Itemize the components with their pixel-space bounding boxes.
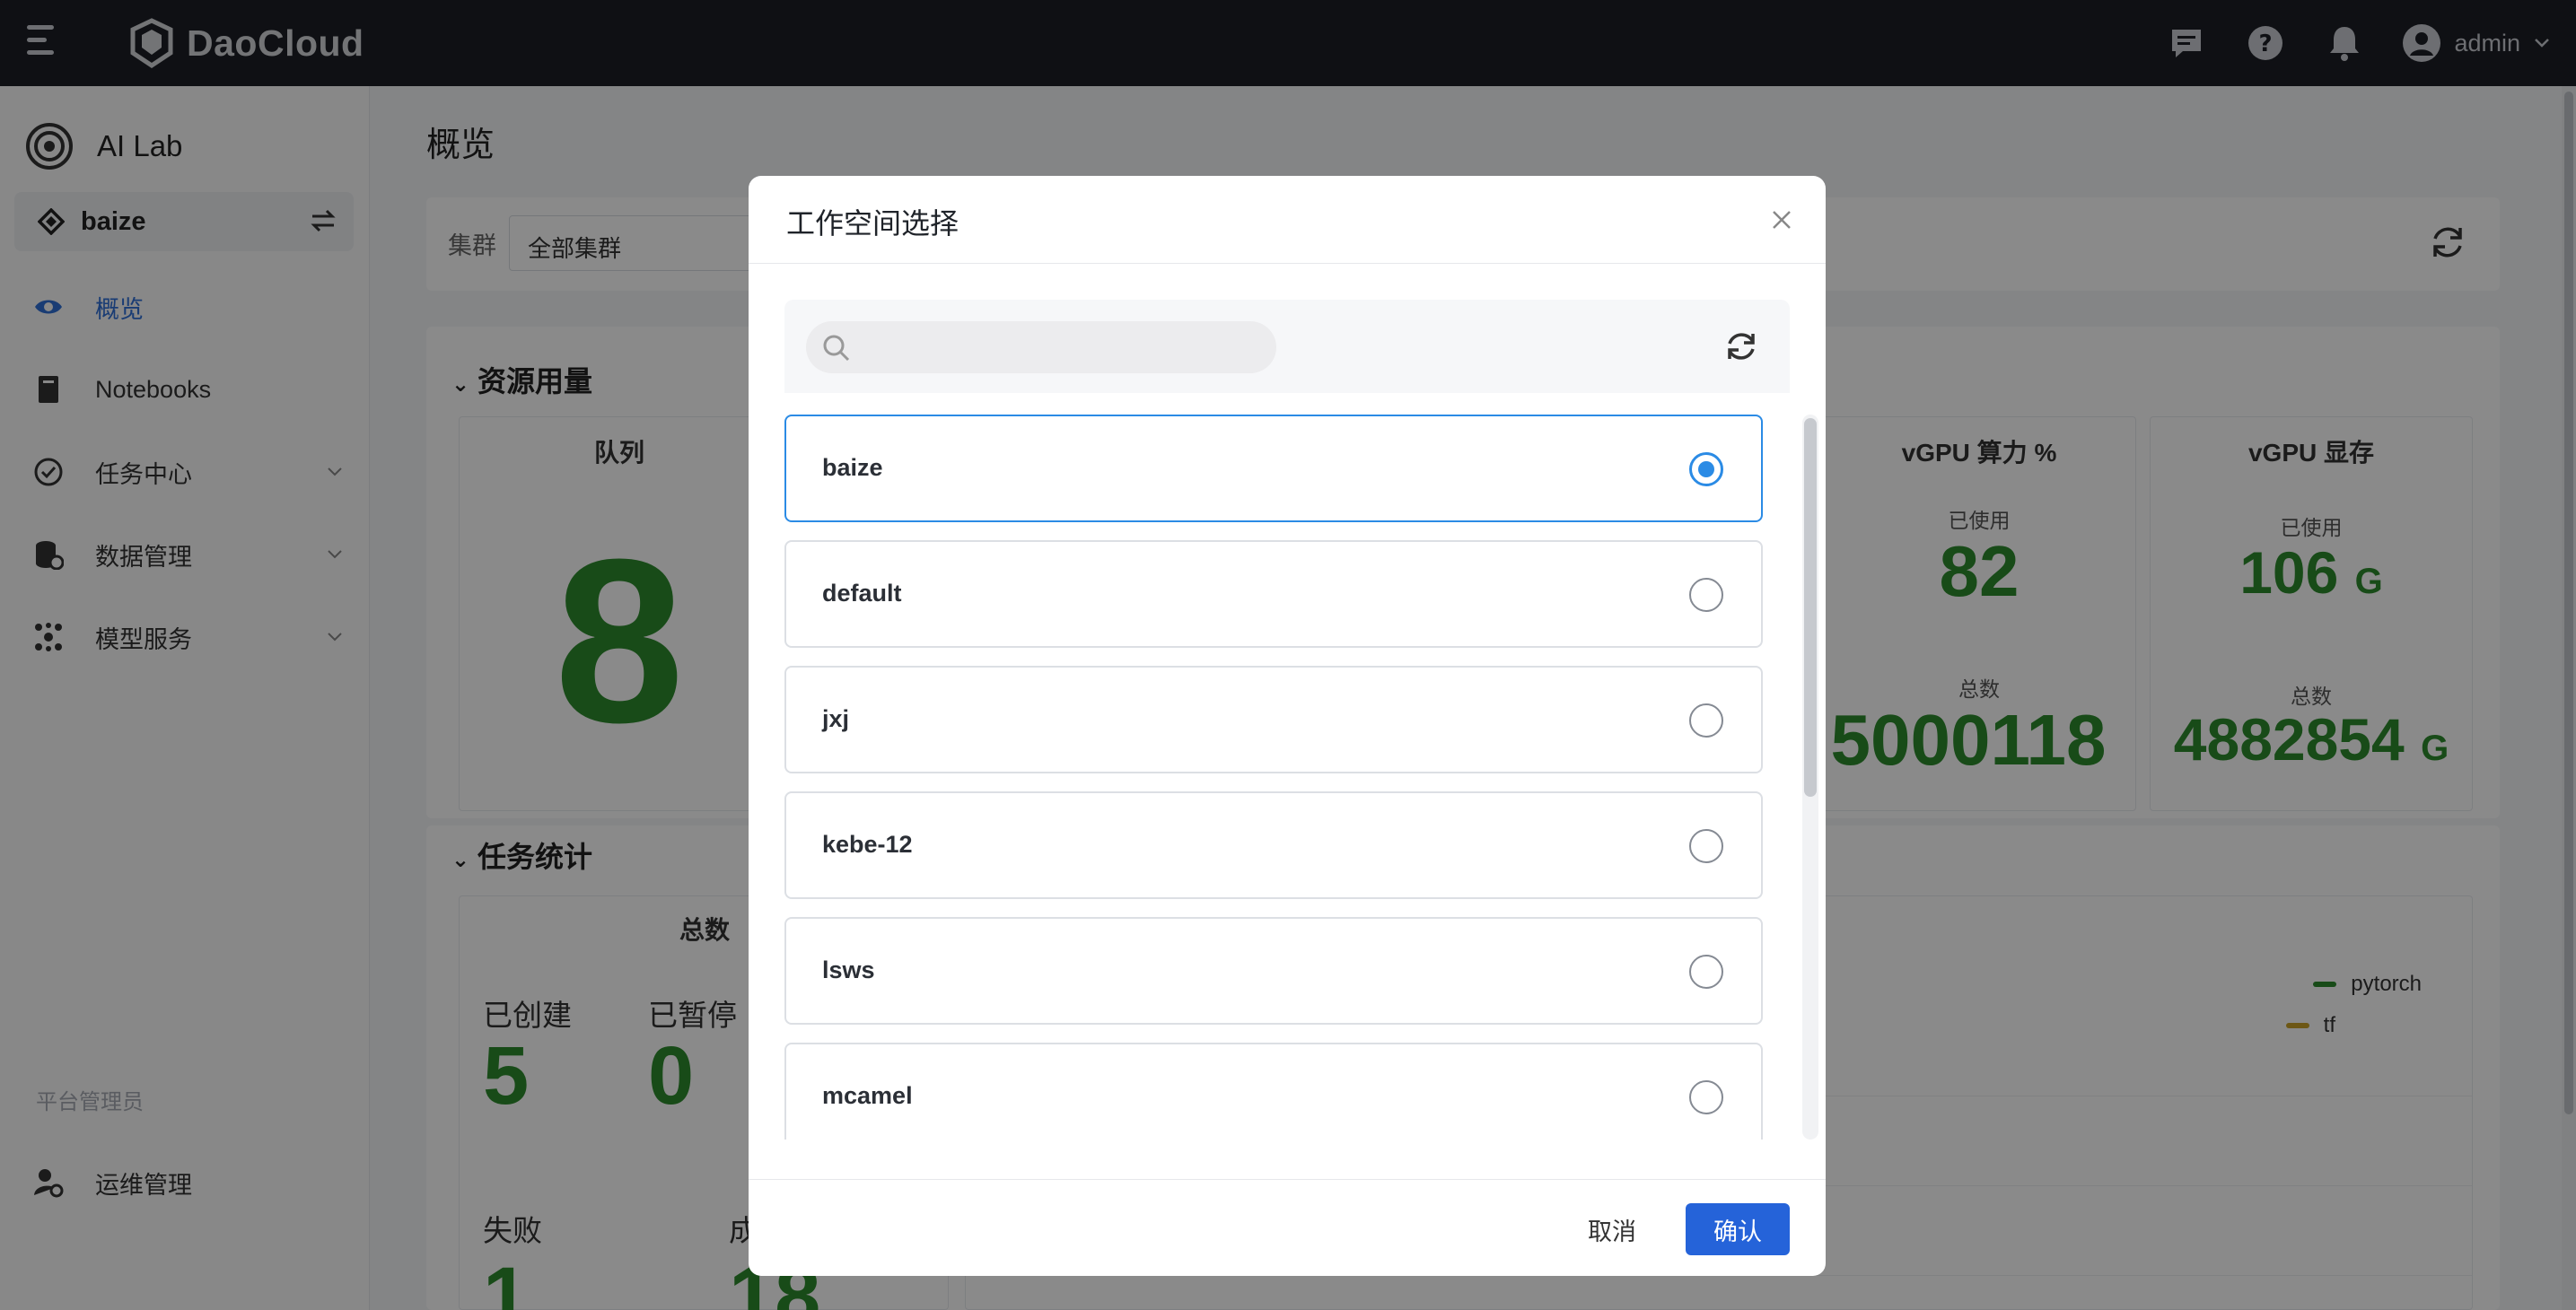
radio-unselected[interactable] [1689,955,1723,989]
search-input[interactable] [860,321,1255,373]
workspace-option-label: baize [822,454,883,481]
close-icon[interactable] [1770,208,1793,231]
confirm-button[interactable]: 确认 [1686,1203,1790,1255]
radio-unselected[interactable] [1689,578,1723,612]
radio-unselected[interactable] [1689,829,1723,863]
workspace-option-default[interactable]: default [784,540,1763,648]
list-scrollbar[interactable] [1802,415,1818,1140]
workspace-option-label: mcamel [822,1082,913,1109]
dialog-title: 工作空间选择 [786,207,959,240]
refresh-icon[interactable] [1723,328,1759,364]
workspace-option-mcamel[interactable]: mcamel [784,1043,1763,1140]
search-icon [823,335,850,362]
workspace-option-label: jxj [822,705,850,732]
workspace-option-kebe-12[interactable]: kebe-12 [784,791,1763,899]
workspace-option-label: kebe-12 [822,831,913,858]
search-area [784,300,1790,393]
workspace-option-jxj[interactable]: jxj [784,666,1763,773]
workspace-option-label: default [822,580,902,607]
workspace-option-baize[interactable]: baize [784,415,1763,522]
dialog-footer: 取消 确认 [749,1179,1826,1276]
workspace-select-dialog: 工作空间选择 baize default jxj kebe-12 lsws mc… [749,176,1826,1276]
search-box[interactable] [806,321,1276,373]
cancel-button[interactable]: 取消 [1573,1203,1652,1255]
workspace-list: baize default jxj kebe-12 lsws mcamel [784,415,1808,1140]
radio-unselected[interactable] [1689,1080,1723,1114]
workspace-option-label: lsws [822,956,875,983]
radio-unselected[interactable] [1689,703,1723,738]
workspace-option-lsws[interactable]: lsws [784,917,1763,1025]
scrollbar-thumb[interactable] [1804,418,1817,797]
radio-selected[interactable] [1689,452,1723,486]
dialog-header: 工作空间选择 [749,176,1826,264]
